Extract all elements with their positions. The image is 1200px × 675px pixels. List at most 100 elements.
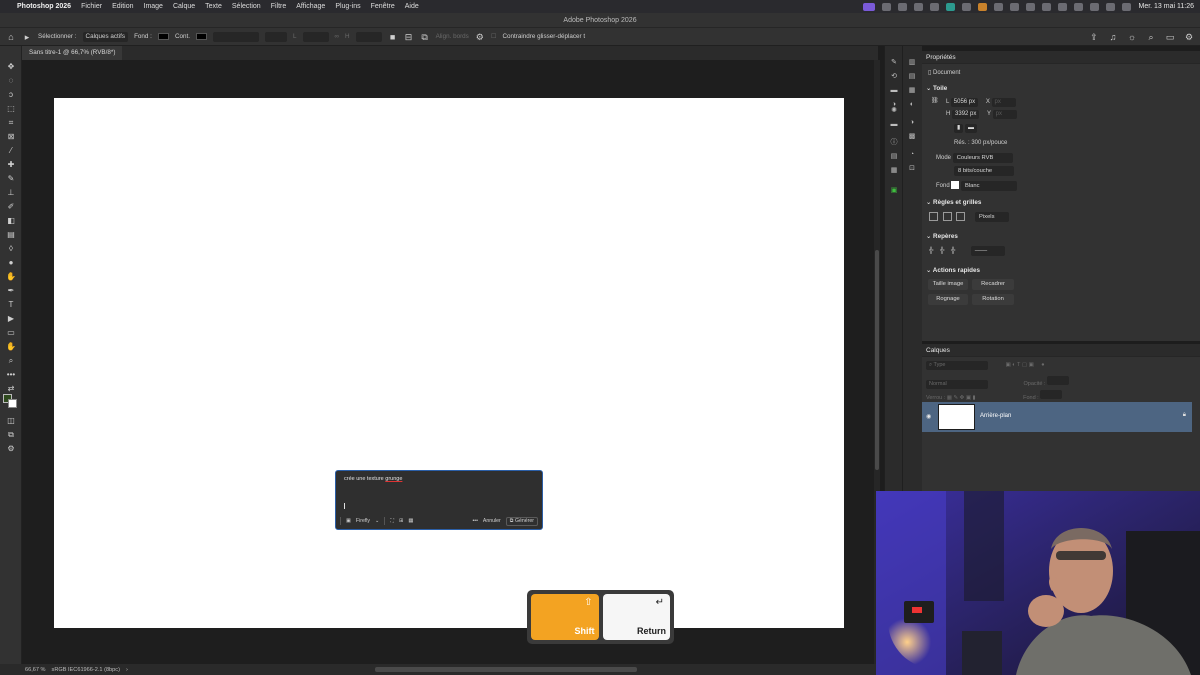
menubar-clock[interactable]: Mer. 13 mai 11:26 [1138, 3, 1194, 10]
menu-fenetre[interactable]: Fenêtre [371, 3, 395, 10]
zoom-level[interactable]: 66,67 % [25, 667, 46, 673]
lock-transparent-icon[interactable]: ▦ [947, 395, 952, 401]
mode-dropdown[interactable]: Couleurs RVB [952, 153, 1013, 163]
siri-icon[interactable] [1122, 2, 1132, 11]
healing-brush-tool-icon[interactable]: ✚ [5, 160, 17, 170]
lock-move-icon[interactable]: ✥ [960, 395, 965, 401]
menu-aide[interactable]: Aide [405, 3, 419, 10]
measure-icon[interactable]: ▬ [889, 120, 899, 129]
layer-thumbnail[interactable] [938, 404, 975, 430]
menu-calque[interactable]: Calque [173, 3, 195, 10]
history-brush-tool-icon[interactable]: ✐ [5, 202, 17, 212]
link-dimensions-icon[interactable]: ⛓ [931, 97, 939, 104]
path-alignment-icon[interactable]: ⊟ [404, 32, 414, 42]
cancel-button[interactable]: Annuler [483, 518, 501, 524]
canvas-section[interactable]: ⌄ Toile [926, 85, 947, 92]
landscape-orientation-icon[interactable]: ▬ [964, 124, 977, 133]
control-center-icon[interactable] [1106, 2, 1116, 11]
wifi-icon[interactable] [1074, 2, 1084, 11]
y-field[interactable]: px [992, 110, 1017, 119]
tray-app-icon[interactable] [1058, 2, 1068, 11]
rectangle-tool-icon[interactable]: ▭ [5, 328, 17, 338]
menu-affichage[interactable]: Affichage [296, 3, 325, 10]
blend-mode-dropdown[interactable]: Normal [926, 380, 988, 389]
gear-icon[interactable]: ⚙ [475, 32, 485, 42]
settings-icon[interactable]: ▦ [408, 518, 413, 524]
background-swatch[interactable] [951, 181, 960, 190]
scrollbar-thumb[interactable] [875, 250, 879, 470]
tray-app-icon[interactable] [994, 2, 1004, 11]
brush-tool-icon[interactable]: ✎ [5, 174, 17, 184]
filter-pixel-icon[interactable]: ▣ [1006, 362, 1011, 368]
tray-app-icon[interactable] [978, 2, 988, 11]
tray-app-icon[interactable] [946, 2, 956, 11]
menu-fichier[interactable]: Fichier [81, 3, 102, 10]
info-icon[interactable]: ⓘ [889, 138, 899, 147]
menu-edition[interactable]: Edition [112, 3, 133, 10]
bits-dropdown[interactable]: 8 bits/couche [954, 166, 1014, 176]
fill-swatch[interactable] [157, 33, 169, 40]
stroke-width-field[interactable] [213, 31, 259, 42]
layer-name[interactable]: Arrière-plan [980, 413, 1011, 419]
link-icon[interactable]: ∞ [335, 33, 340, 40]
background-dropdown[interactable]: Blanc [961, 181, 1018, 191]
trim-button[interactable]: Rognage [928, 294, 968, 305]
artboard-tool-icon[interactable]: ◌ [5, 76, 17, 86]
lock-artboard-icon[interactable]: ▣ [966, 395, 971, 401]
status-arrow-icon[interactable]: › [126, 667, 128, 673]
filter-adjust-icon[interactable]: ◐ [1012, 362, 1015, 368]
paths-icon[interactable]: ⟲ [889, 72, 899, 81]
eyedropper-tool-icon[interactable]: ⁄ [5, 146, 17, 156]
home-icon[interactable]: ⌂ [6, 32, 16, 42]
type-tool-icon[interactable]: T [5, 300, 17, 310]
model-dropdown[interactable]: Firefly [356, 518, 370, 524]
portrait-orientation-icon[interactable]: ▮ [954, 124, 964, 133]
width-field[interactable]: 5056 px [950, 98, 979, 107]
hand-tool-icon[interactable]: ✋ [5, 342, 17, 352]
document-canvas[interactable] [54, 98, 844, 628]
zoom-tool-icon[interactable]: ⌕ [5, 356, 17, 366]
guide-from-shape-icon[interactable]: ╬ [951, 248, 955, 254]
stroke-type-field[interactable] [265, 31, 287, 42]
layers-icon[interactable]: ▥ [907, 58, 917, 67]
height-field[interactable] [355, 31, 382, 42]
clone-stamp-tool-icon[interactable]: ⊥ [5, 188, 17, 198]
lock-all-icon[interactable]: ▮ [973, 395, 976, 401]
menu-image[interactable]: Image [144, 3, 163, 10]
filter-toggle-icon[interactable]: ● [1041, 362, 1044, 368]
quick-actions-section[interactable]: ⌄ Actions rapides [926, 267, 980, 274]
layer-search-input[interactable]: ⌕ Type [926, 361, 988, 370]
screen-record-icon[interactable] [863, 2, 876, 11]
opacity-field[interactable] [1047, 376, 1070, 385]
pen-tool-icon[interactable]: ✒ [5, 286, 17, 296]
brush-settings-icon[interactable]: ✎ [889, 58, 899, 67]
generate-button[interactable]: ⧉ Générer [505, 516, 538, 526]
tray-app-icon[interactable] [962, 2, 972, 11]
align-edges-label[interactable]: Align. bords [436, 33, 469, 40]
spotlight-icon[interactable] [1090, 2, 1100, 11]
prompt-text[interactable]: crée une texture grunge [344, 476, 402, 482]
filter-shape-icon[interactable]: ▢ [1022, 362, 1027, 368]
generative-fill-prompt-box[interactable]: crée une texture grunge ▣ Firefly ⌄ ⛶ ⊞ … [335, 470, 543, 530]
lasso-tool-icon[interactable]: ↄ [5, 90, 17, 100]
libraries-icon[interactable]: ✺ [889, 106, 899, 115]
horizontal-scrollbar[interactable] [375, 667, 637, 672]
path-arrangement-icon[interactable]: ⧉ [420, 32, 430, 42]
menu-plugins[interactable]: Plug-ins [335, 3, 360, 10]
stroke-swatch[interactable] [196, 33, 207, 40]
bell-icon[interactable]: ♫ [1108, 32, 1118, 42]
tray-app-icon[interactable] [898, 2, 908, 11]
crop-button[interactable]: Recadrer [972, 279, 1014, 290]
filter-smart-icon[interactable]: ▣ [1029, 362, 1034, 368]
constrain-checkbox[interactable]: ☐ [491, 33, 497, 40]
lock-paint-icon[interactable]: ✎ [954, 395, 959, 401]
path-select-tool-icon[interactable]: ▸ [22, 32, 32, 42]
layers-title[interactable]: Calques [922, 344, 1200, 357]
rulers-section[interactable]: ⌄ Règles et grilles [926, 199, 981, 206]
eraser-tool-icon[interactable]: ◧ [5, 216, 17, 226]
workspace-icon[interactable]: ▭ [1165, 32, 1175, 42]
tray-app-icon[interactable] [882, 2, 892, 11]
image-size-button[interactable]: Taille image [928, 279, 968, 290]
style-icon[interactable]: ⊞ [399, 518, 403, 524]
tray-app-icon[interactable] [1026, 2, 1036, 11]
